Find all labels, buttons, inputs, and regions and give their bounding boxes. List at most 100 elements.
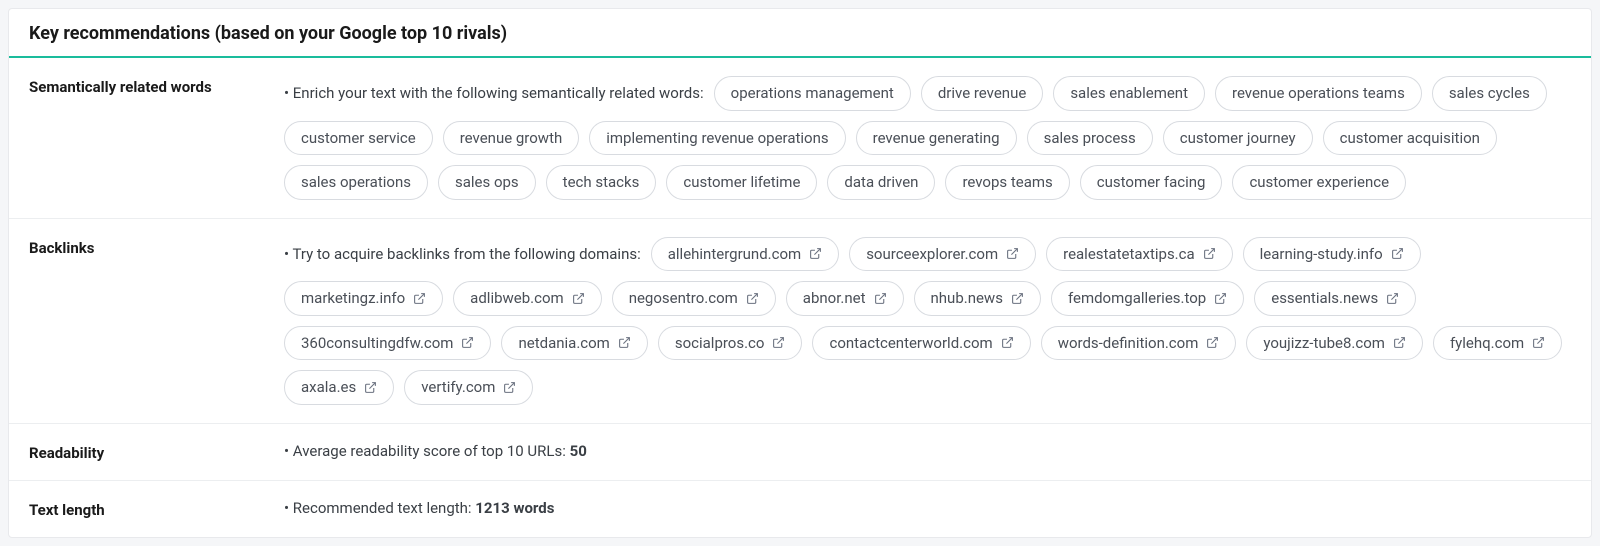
- pill-label: revenue generating: [873, 127, 1000, 150]
- external-link-icon: [1203, 247, 1216, 260]
- semantic-word-pill[interactable]: customer lifetime: [666, 165, 817, 200]
- pill-label: contactcenterworld.com: [829, 332, 992, 355]
- external-link-icon: [1391, 247, 1404, 260]
- external-link-icon: [1011, 292, 1024, 305]
- semantic-word-pill[interactable]: sales operations: [284, 165, 428, 200]
- pill-label: drive revenue: [938, 82, 1026, 105]
- backlink-domain-pill[interactable]: allehintergrund.com: [651, 237, 839, 272]
- section-content-semantic: • Enrich your text with the following se…: [284, 76, 1571, 200]
- backlink-domain-pill[interactable]: netdania.com: [501, 326, 647, 361]
- section-label-semantic: Semantically related words: [29, 76, 284, 200]
- semantic-word-pill[interactable]: drive revenue: [921, 76, 1043, 111]
- section-semantic: Semantically related words • Enrich your…: [9, 58, 1591, 219]
- backlink-domain-pill[interactable]: learning-study.info: [1243, 237, 1421, 272]
- pill-label: fylehq.com: [1450, 332, 1524, 355]
- external-link-icon: [572, 292, 585, 305]
- semantic-word-pill[interactable]: sales ops: [438, 165, 536, 200]
- external-link-icon: [1386, 292, 1399, 305]
- external-link-icon: [1001, 336, 1014, 349]
- section-content-readability: • Average readability score of top 10 UR…: [284, 442, 1571, 462]
- backlink-domain-pill[interactable]: fylehq.com: [1433, 326, 1562, 361]
- pill-label: marketingz.info: [301, 287, 405, 310]
- semantic-word-pill[interactable]: sales enablement: [1053, 76, 1205, 111]
- section-label-readability: Readability: [29, 442, 284, 462]
- backlink-domain-pill[interactable]: sourceexplorer.com: [849, 237, 1036, 272]
- semantic-word-pill[interactable]: data driven: [827, 165, 935, 200]
- external-link-icon: [1206, 336, 1219, 349]
- pill-label: netdania.com: [518, 332, 609, 355]
- backlink-domain-pill[interactable]: nhub.news: [914, 281, 1041, 316]
- backlink-domain-pill[interactable]: marketingz.info: [284, 281, 443, 316]
- backlink-domain-pill[interactable]: words-definition.com: [1041, 326, 1237, 361]
- pill-label: essentials.news: [1271, 287, 1378, 310]
- backlink-domain-pill[interactable]: realestatetaxtips.ca: [1046, 237, 1233, 272]
- semantic-word-pill[interactable]: sales cycles: [1432, 76, 1547, 111]
- external-link-icon: [413, 292, 426, 305]
- semantic-word-pill[interactable]: revenue growth: [443, 121, 580, 156]
- pill-label: customer lifetime: [683, 171, 800, 194]
- semantic-word-pill[interactable]: implementing revenue operations: [589, 121, 845, 156]
- external-link-icon: [1393, 336, 1406, 349]
- external-link-icon: [874, 292, 887, 305]
- semantic-word-pill[interactable]: operations management: [714, 76, 911, 111]
- pill-label: axala.es: [301, 376, 356, 399]
- backlinks-lead-text: • Try to acquire backlinks from the foll…: [284, 243, 641, 266]
- external-link-icon: [746, 292, 759, 305]
- textlength-lead: • Recommended text length:: [284, 499, 475, 517]
- pill-label: nhub.news: [931, 287, 1003, 310]
- backlink-domain-pill[interactable]: contactcenterworld.com: [812, 326, 1030, 361]
- pill-label: sales cycles: [1449, 82, 1530, 105]
- pill-label: youjizz-tube8.com: [1263, 332, 1385, 355]
- pill-label: operations management: [731, 82, 894, 105]
- semantic-word-pill[interactable]: revenue operations teams: [1215, 76, 1422, 111]
- pill-label: sales process: [1044, 127, 1136, 150]
- backlink-domain-pill[interactable]: adlibweb.com: [453, 281, 602, 316]
- backlink-domain-pill[interactable]: vertify.com: [404, 370, 533, 405]
- backlink-domain-pill[interactable]: negosentro.com: [612, 281, 776, 316]
- pill-label: customer facing: [1097, 171, 1206, 194]
- section-readability: Readability • Average readability score …: [9, 424, 1591, 481]
- semantic-word-pill[interactable]: customer facing: [1080, 165, 1223, 200]
- readability-value: 50: [570, 442, 587, 460]
- pill-label: vertify.com: [421, 376, 495, 399]
- pill-label: sourceexplorer.com: [866, 243, 998, 266]
- pill-label: adlibweb.com: [470, 287, 564, 310]
- pill-label: sales enablement: [1070, 82, 1188, 105]
- external-link-icon: [1532, 336, 1545, 349]
- semantic-word-pill[interactable]: customer acquisition: [1323, 121, 1497, 156]
- pill-label: negosentro.com: [629, 287, 738, 310]
- pill-label: customer service: [301, 127, 416, 150]
- semantic-word-pill[interactable]: customer journey: [1163, 121, 1313, 156]
- pill-label: abnor.net: [803, 287, 866, 310]
- semantic-lead-text: • Enrich your text with the following se…: [284, 82, 704, 105]
- semantic-word-pill[interactable]: revenue generating: [856, 121, 1017, 156]
- semantic-word-pill[interactable]: customer experience: [1232, 165, 1406, 200]
- semantic-word-pill[interactable]: tech stacks: [546, 165, 657, 200]
- pill-label: allehintergrund.com: [668, 243, 801, 266]
- pill-label: sales operations: [301, 171, 411, 194]
- pill-label: revenue growth: [460, 127, 563, 150]
- semantic-word-pill[interactable]: customer service: [284, 121, 433, 156]
- readability-line: • Average readability score of top 10 UR…: [284, 442, 1571, 460]
- pill-label: realestatetaxtips.ca: [1063, 243, 1195, 266]
- backlink-domain-pill[interactable]: 360consultingdfw.com: [284, 326, 491, 361]
- card-header: Key recommendations (based on your Googl…: [9, 9, 1591, 58]
- pill-label: 360consultingdfw.com: [301, 332, 453, 355]
- backlink-domain-pill[interactable]: femdomgalleries.top: [1051, 281, 1244, 316]
- card-title: Key recommendations (based on your Googl…: [29, 23, 1571, 44]
- backlink-domain-pill[interactable]: axala.es: [284, 370, 394, 405]
- backlink-domain-pill[interactable]: youjizz-tube8.com: [1246, 326, 1423, 361]
- backlink-domain-pill[interactable]: socialpros.co: [658, 326, 803, 361]
- pill-label: customer acquisition: [1340, 127, 1480, 150]
- semantic-word-pill[interactable]: revops teams: [945, 165, 1069, 200]
- recommendations-card: Key recommendations (based on your Googl…: [8, 8, 1592, 538]
- external-link-icon: [1006, 247, 1019, 260]
- section-content-textlength: • Recommended text length: 1213 words: [284, 499, 1571, 519]
- pill-label: femdomgalleries.top: [1068, 287, 1206, 310]
- backlink-domain-pill[interactable]: abnor.net: [786, 281, 904, 316]
- semantic-word-pill[interactable]: sales process: [1027, 121, 1153, 156]
- backlink-domain-pill[interactable]: essentials.news: [1254, 281, 1416, 316]
- section-backlinks: Backlinks • Try to acquire backlinks fro…: [9, 219, 1591, 424]
- pill-label: sales ops: [455, 171, 519, 194]
- external-link-icon: [503, 381, 516, 394]
